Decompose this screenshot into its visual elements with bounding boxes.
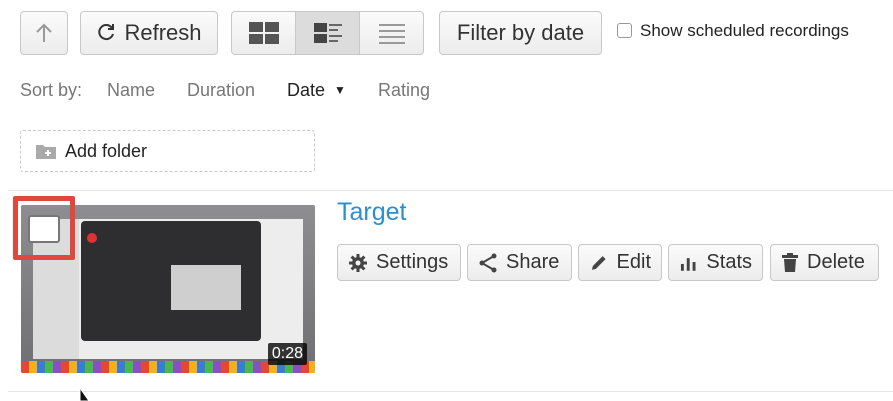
grid-view-button[interactable] (231, 11, 296, 55)
refresh-label: Refresh (124, 20, 202, 45)
stats-button[interactable]: Stats (668, 244, 763, 281)
list-detail-view-button[interactable] (295, 11, 360, 55)
bar-chart-icon (680, 257, 696, 271)
list-detail-view-icon (313, 23, 342, 43)
add-folder-button[interactable]: Add folder (20, 130, 315, 172)
delete-button[interactable]: Delete (770, 244, 879, 281)
add-folder-label: Add folder (65, 140, 148, 161)
up-button[interactable] (20, 11, 68, 55)
folder-add-icon (36, 145, 56, 159)
refresh-button[interactable]: Refresh (80, 11, 218, 55)
settings-button[interactable]: Settings (337, 244, 461, 281)
pencil-icon (591, 255, 606, 270)
edit-label: Edit (616, 251, 651, 273)
trash-icon (782, 252, 798, 272)
sort-by-label: Sort by: (20, 80, 83, 100)
share-icon (479, 253, 497, 272)
show-scheduled-checkbox[interactable] (617, 23, 632, 38)
filter-by-date-label: Filter by date (456, 20, 585, 45)
up-arrow-icon (36, 23, 52, 42)
stats-label: Stats (706, 251, 752, 273)
select-recording-checkbox[interactable] (28, 215, 60, 243)
delete-label: Delete (807, 251, 865, 273)
edit-button[interactable]: Edit (578, 244, 662, 281)
mouse-cursor-icon (79, 388, 90, 401)
duration-label: 0:28 (271, 345, 303, 362)
sort-option-date[interactable]: Date ▼ (287, 80, 346, 101)
share-button[interactable]: Share (467, 244, 572, 281)
sort-direction-indicator: ▼ (334, 83, 346, 97)
recording-title[interactable]: Target (337, 198, 406, 227)
grid-view-icon (248, 22, 279, 44)
list-compact-view-button[interactable] (359, 11, 424, 55)
thumbnail-inner-preview (171, 265, 241, 310)
settings-label: Settings (376, 251, 449, 273)
sort-option-duration[interactable]: Duration (187, 80, 255, 101)
show-scheduled-label: Show scheduled recordings (640, 21, 849, 40)
sort-option-date-label: Date (287, 80, 326, 100)
gear-icon (349, 253, 367, 272)
sort-option-name[interactable]: Name (107, 80, 155, 101)
refresh-icon (98, 24, 115, 41)
list-compact-view-icon (378, 24, 405, 44)
filter-by-date-button[interactable]: Filter by date (439, 11, 602, 55)
share-label: Share (506, 251, 560, 273)
thumbnail-record-button (87, 233, 97, 243)
sort-option-rating[interactable]: Rating (378, 80, 430, 101)
duration-badge: 0:28 (267, 343, 307, 365)
